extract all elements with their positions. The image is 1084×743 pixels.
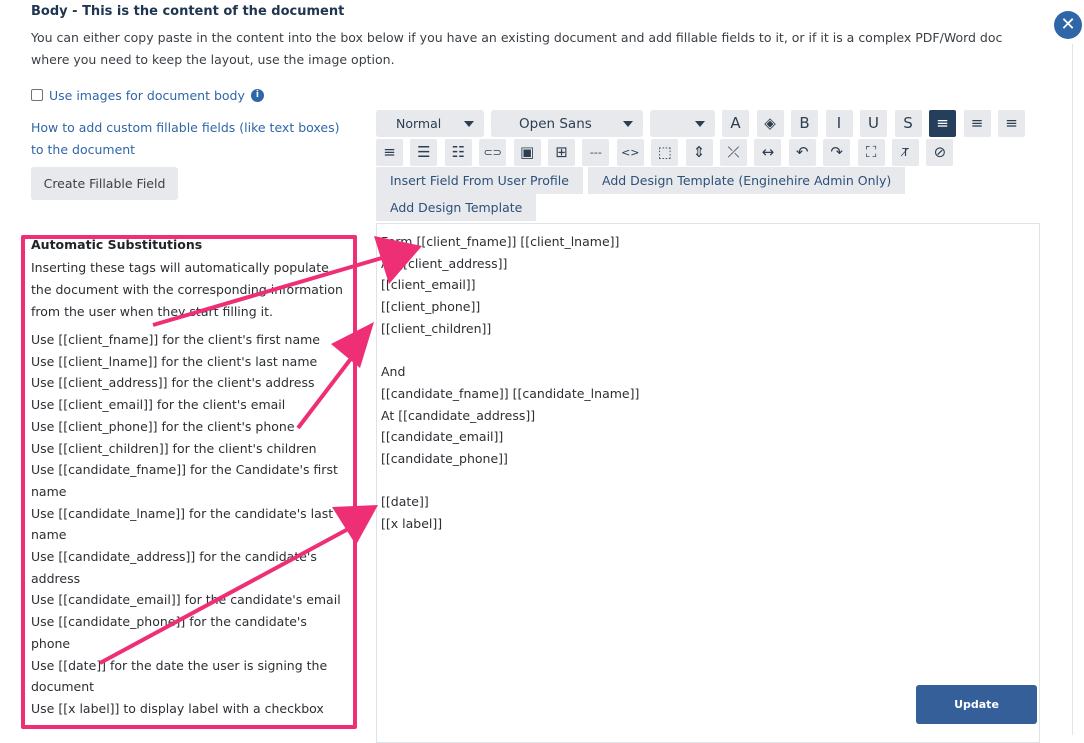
editor-line[interactable]: [[date]] [381,491,1031,513]
align-left-icon[interactable]: ≡ [929,110,956,137]
strikethrough-icon[interactable]: S [894,110,922,137]
right-divider [1072,44,1073,735]
section-title: Body - This is the content of the docume… [31,4,345,19]
select-all-icon[interactable]: ⬚ [651,139,679,166]
substitution-item: Use [[client_children]] for the client's… [31,440,317,456]
font-size-select[interactable] [650,110,715,137]
editor-line[interactable]: [[x label]] [381,513,1031,535]
substitution-item: Use [[candidate_phone]] for the candidat… [31,614,307,651]
substitution-item: Use [[client_email]] for the client's em… [31,397,286,413]
editor-line[interactable]: At [[candidate_address]] [381,405,1031,427]
image-icon[interactable]: ▣ [513,139,541,166]
editor-line[interactable]: [[client_children]] [381,318,1031,340]
underline-icon[interactable]: U [860,110,887,137]
fill-color-icon[interactable]: ◈ [756,110,784,137]
editor-line[interactable]: At [[client_address]] [381,253,1031,275]
bold-icon[interactable]: B [791,110,818,137]
editor-line[interactable]: And [381,361,1031,383]
editor-line[interactable] [381,339,1031,361]
info-icon[interactable]: i [250,88,264,102]
horizontal-rule-icon[interactable]: --- [582,139,610,166]
update-button[interactable]: Update [916,685,1037,724]
add-design-template-button[interactable]: Add Design Template [376,194,537,221]
code-view-icon[interactable]: <> [616,139,644,166]
table-icon[interactable]: ⊞ [548,139,575,166]
substitution-item: Use [[x label]] to display label with a … [31,700,324,716]
italic-icon[interactable]: I [825,110,853,137]
substitution-item: Use [[candidate_lname]] for the candidat… [31,505,334,543]
redo-icon[interactable]: ↷ [823,139,851,166]
align-center-icon[interactable]: ≡ [963,110,991,137]
close-icon[interactable]: ✕ [1054,11,1082,39]
editor-line[interactable]: Form [[client_fname]] [[client_lname]] [381,231,1031,253]
link-icon[interactable]: ⊂⊃ [479,139,507,166]
use-images-label[interactable]: Use images for document body [49,88,245,103]
use-images-checkbox[interactable] [31,89,43,101]
fullscreen-icon[interactable]: ⛶ [857,139,885,166]
font-family-select[interactable]: Open Sans [491,110,643,137]
chevron-down-icon [695,120,705,127]
substitution-item: Use [[candidate_address]] for the candid… [31,549,317,586]
substitutions-intro: Inserting these tags will automatically … [31,260,343,319]
clear-format-icon[interactable]: T̸ [892,139,919,166]
editor-line[interactable]: [[client_phone]] [381,296,1031,318]
editor-line[interactable]: [[client_email]] [381,274,1031,296]
custom-fields-help-link[interactable]: How to add custom fillable fields (like … [31,117,351,161]
substitution-item: Use [[client_fname]] for the client's fi… [31,332,320,347]
no-style-icon[interactable]: ⊘ [926,139,954,166]
undo-icon[interactable]: ↶ [788,139,816,166]
editor-line[interactable] [381,470,1031,492]
paragraph-style-value: Normal [396,116,442,131]
editor-line[interactable]: [[candidate_email]] [381,426,1031,448]
substitution-item: Use [[date]] for the date the user is si… [31,657,328,695]
font-family-value: Open Sans [519,115,592,132]
substitution-item: Use [[candidate_fname]] for the Candidat… [31,462,338,499]
font-color-icon[interactable]: A [722,110,749,137]
substitutions-title: Automatic Substitutions [31,237,203,252]
align-justify-icon[interactable]: ≡ [376,139,403,166]
paragraph-style-select[interactable]: Normal [376,110,484,137]
expand-icon[interactable]: ⇕ [685,139,713,166]
substitution-item: Use [[client_phone]] for the client's ph… [31,418,295,434]
substitutions-list: Use [[client_fname]] for the client's fi… [31,329,349,720]
chevron-down-icon [464,120,474,127]
create-fillable-field-button[interactable]: Create Fillable Field [31,167,178,200]
substitution-item: Use [[client_address]] for the client's … [31,375,315,391]
editor-line[interactable]: [[candidate_phone]] [381,448,1031,470]
editor-content[interactable]: Form [[client_fname]] [[client_lname]] At… [381,231,1031,535]
full-width-icon[interactable]: ↔ [754,139,782,166]
align-right-icon[interactable]: ≡ [998,110,1025,137]
use-images-option[interactable]: Use images for document body i [31,86,264,104]
chevron-down-icon [623,120,633,127]
numbered-list-icon[interactable]: ☷ [444,139,472,166]
substitution-item: Use [[candidate_email]] for the candidat… [31,592,341,608]
section-description: You can either copy paste in the content… [31,30,1003,67]
add-design-template-admin-button[interactable]: Add Design Template (Enginehire Admin On… [588,167,906,194]
bullet-list-icon[interactable]: ☰ [410,139,438,166]
editor-line[interactable]: [[candidate_fname]] [[candidate_lname]] [381,383,1031,405]
insert-field-from-user-profile-button[interactable]: Insert Field From User Profile [376,167,583,194]
collapse-icon[interactable]: ⤫ [720,139,747,166]
substitution-item: Use [[client_lname]] for the client's la… [31,353,318,369]
